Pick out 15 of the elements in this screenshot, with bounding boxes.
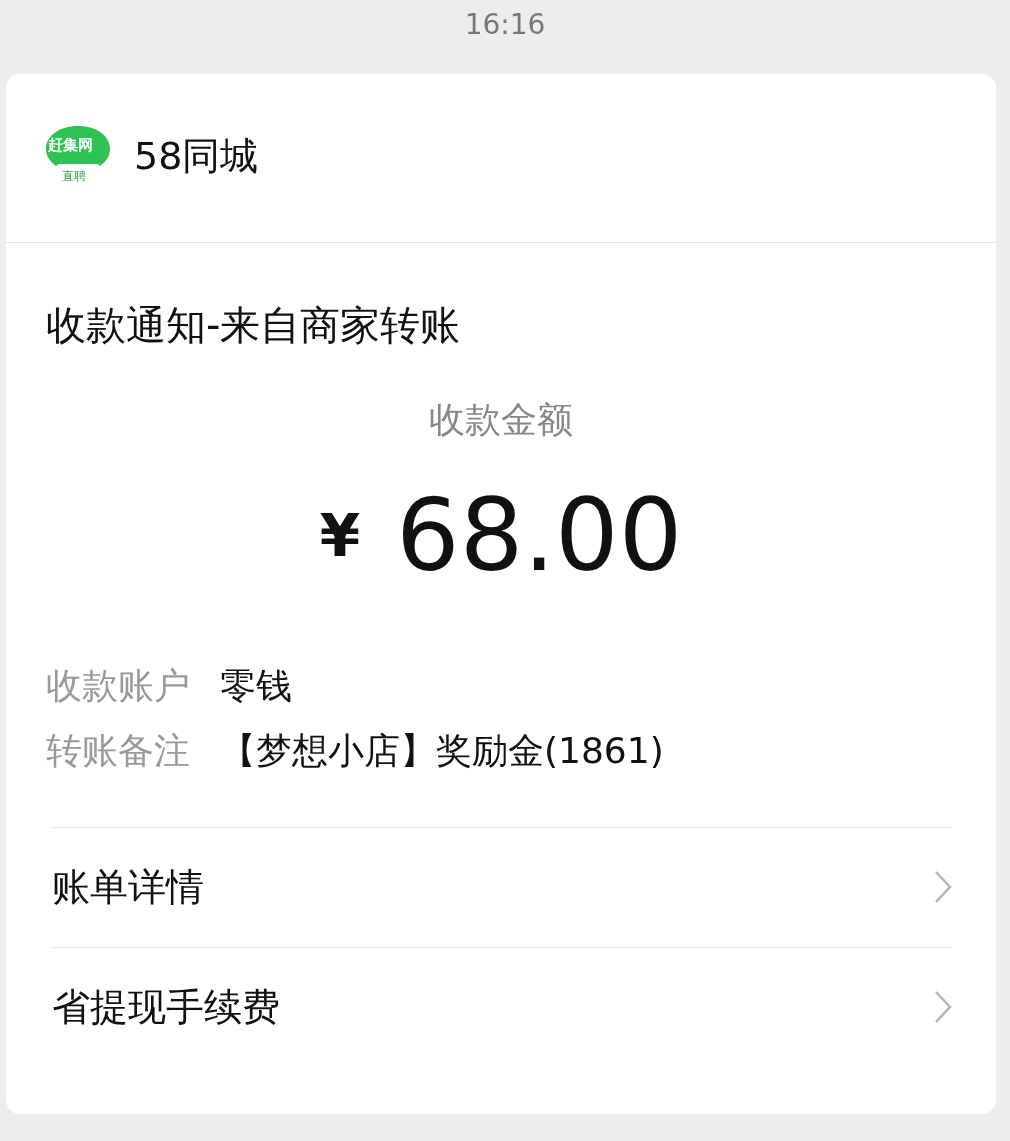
list-link[interactable]: 账单详情 [52, 826, 952, 947]
list-link[interactable]: 省提现手续费 [52, 946, 952, 1067]
detail-label: 转账备注 [46, 728, 190, 773]
amount-value: 68.00 [396, 476, 683, 596]
currency-symbol: ¥ [319, 500, 361, 572]
detail-value: 【梦想小店】奖励金(1861) [220, 728, 664, 773]
status-time: 16:16 [464, 8, 546, 41]
detail-label: 收款账户 [46, 664, 190, 708]
logo-icon: 赶集网 直聘 [44, 124, 112, 188]
amount-label: 收款金额 [428, 398, 574, 442]
detail-value: 零钱 [220, 664, 292, 708]
sender-name: 58同城 [134, 132, 259, 180]
chevron-right-icon [934, 870, 952, 905]
notice-title: 收款通知-来自商家转账 [45, 301, 462, 350]
chevron-right-icon [934, 990, 952, 1025]
